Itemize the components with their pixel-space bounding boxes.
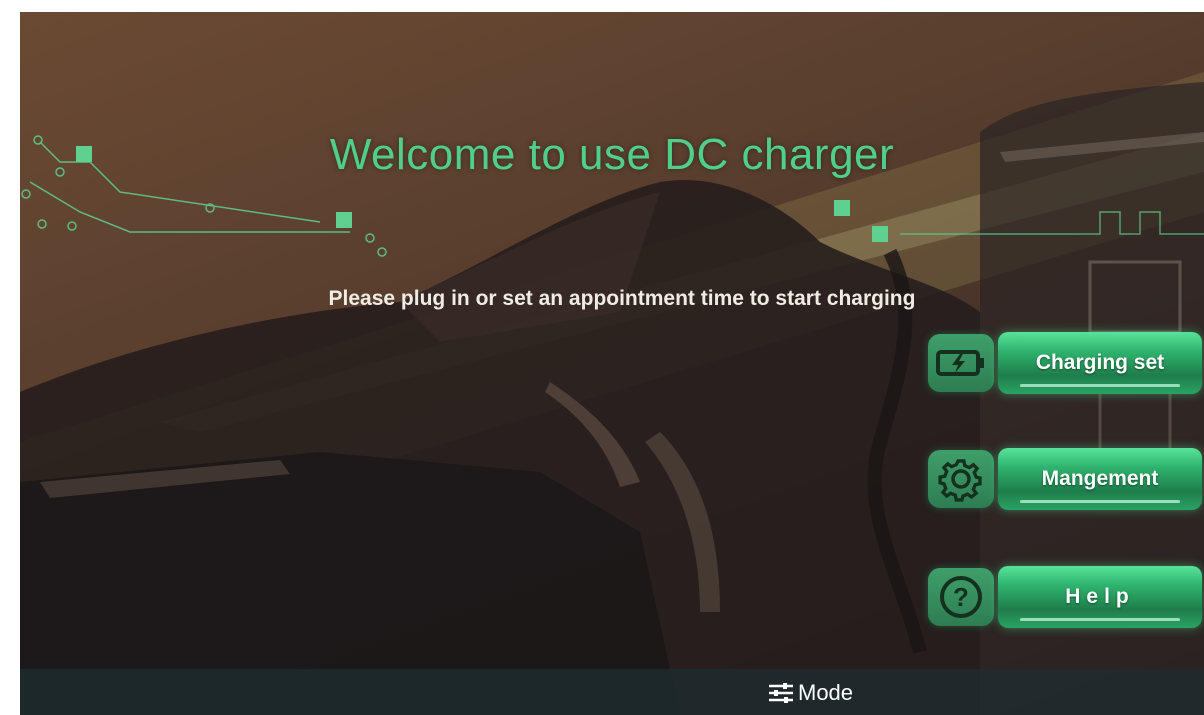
svg-text:?: ? bbox=[953, 582, 969, 612]
page-title: Welcome to use DC charger bbox=[329, 130, 895, 179]
help-label: Help bbox=[1065, 585, 1135, 608]
button-underline bbox=[1020, 618, 1180, 621]
gear-icon[interactable] bbox=[928, 450, 994, 508]
button-underline bbox=[1020, 500, 1180, 503]
instruction-text: Please plug in or set an appointment tim… bbox=[328, 287, 916, 310]
mode-button[interactable]: Mode bbox=[768, 675, 888, 711]
management-label: Mangement bbox=[1041, 467, 1159, 490]
charging-set-label: Charging set bbox=[1035, 351, 1165, 374]
help-icon[interactable]: ? bbox=[928, 568, 994, 626]
menu-item-management[interactable]: Mangement bbox=[928, 446, 1202, 510]
menu-item-help[interactable]: ? Help bbox=[928, 564, 1202, 628]
help-button[interactable]: Help bbox=[998, 566, 1202, 628]
sliders-icon bbox=[769, 683, 793, 703]
menu-item-charging-set[interactable]: Charging set bbox=[928, 330, 1202, 394]
mode-label: Mode bbox=[798, 680, 854, 705]
charging-set-button[interactable]: Charging set bbox=[998, 332, 1202, 394]
bottom-bar: Mode bbox=[20, 669, 1204, 715]
button-underline bbox=[1020, 384, 1180, 387]
charger-screen: Welcome to use DC charger Please plug in… bbox=[20, 12, 1204, 715]
management-button[interactable]: Mangement bbox=[998, 448, 1202, 510]
battery-charging-icon[interactable] bbox=[928, 334, 994, 392]
